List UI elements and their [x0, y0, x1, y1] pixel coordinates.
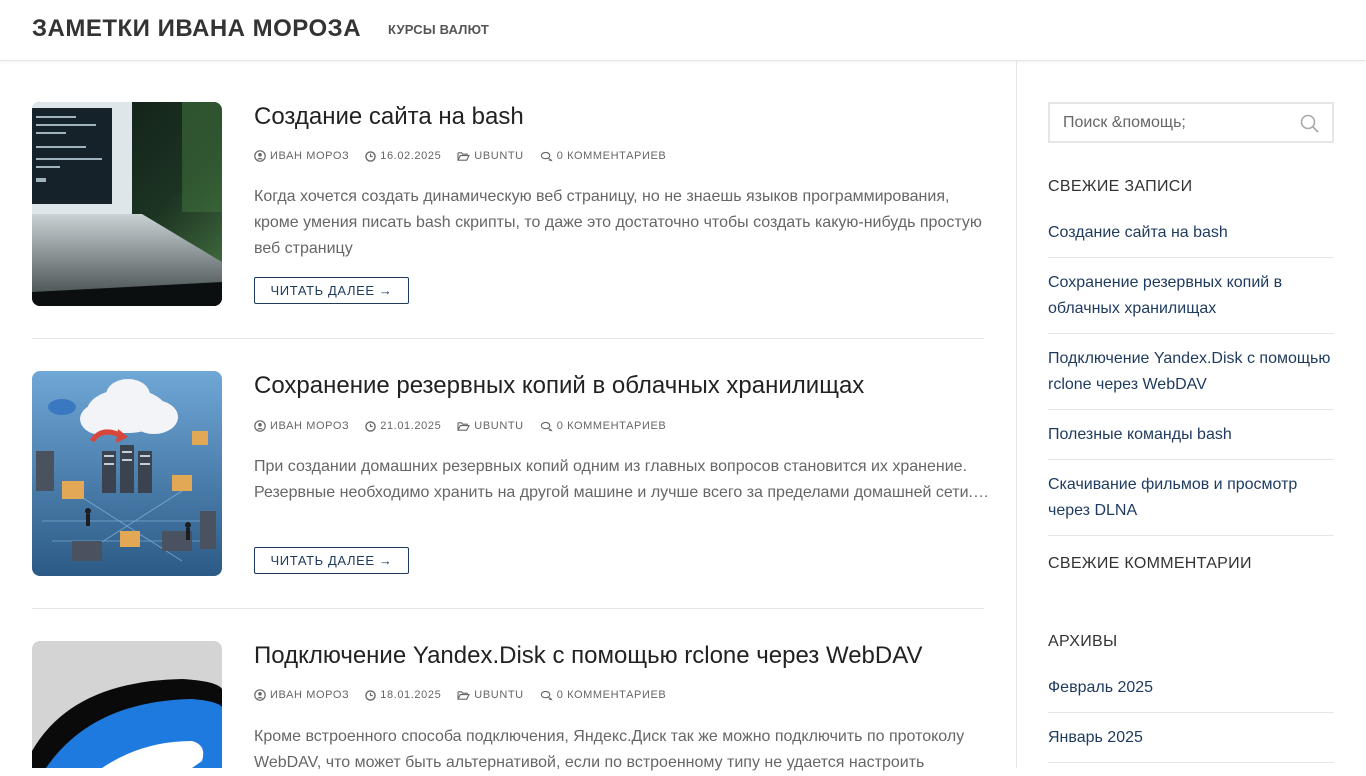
- clock-icon: [365, 420, 377, 432]
- list-item: Февраль 2025: [1048, 675, 1334, 713]
- post-date[interactable]: 21.01.2025: [365, 420, 441, 432]
- widget-title-archives: АРХИВЫ: [1048, 633, 1118, 650]
- post-divider: [32, 338, 984, 339]
- post-date[interactable]: 18.01.2025: [365, 689, 441, 701]
- post-category[interactable]: UBUNTU: [457, 150, 523, 162]
- post-category[interactable]: UBUNTU: [457, 420, 523, 432]
- list-item: Скачивание фильмов и просмотр через DLNA: [1048, 460, 1334, 536]
- user-icon: [254, 150, 266, 162]
- widget-title-recent-comments: СВЕЖИЕ КОММЕНТАРИИ: [1048, 555, 1252, 572]
- recent-post-link[interactable]: Подключение Yandex.Disk с помощью rclone…: [1048, 350, 1330, 393]
- recent-posts-list: Создание сайта на bash Сохранение резерв…: [1048, 220, 1334, 536]
- archive-link[interactable]: Февраль 2025: [1048, 679, 1153, 696]
- post-thumbnail[interactable]: [32, 641, 222, 768]
- post-author[interactable]: ИВАН МОРОЗ: [254, 150, 349, 162]
- post-category[interactable]: UBUNTU: [457, 689, 523, 701]
- post-author[interactable]: ИВАН МОРОЗ: [254, 420, 349, 432]
- site-title[interactable]: ЗАМЕТКИ ИВАНА МОРОЗА: [32, 15, 361, 43]
- cloud-backup-image: [32, 371, 222, 576]
- list-item: Подключение Yandex.Disk с помощью rclone…: [1048, 334, 1334, 410]
- search-button[interactable]: [1300, 114, 1320, 134]
- search-input[interactable]: [1061, 113, 1295, 133]
- list-item: Сохранение резервных копий в облачных хр…: [1048, 258, 1334, 334]
- post-author[interactable]: ИВАН МОРОЗ: [254, 689, 349, 701]
- content-sidebar-divider: [1016, 61, 1017, 768]
- post-thumbnail[interactable]: [32, 102, 222, 306]
- post-thumbnail[interactable]: [32, 371, 222, 576]
- post-title[interactable]: Создание сайта на bash: [254, 102, 524, 132]
- archives-list: Февраль 2025 Январь 2025: [1048, 675, 1334, 763]
- folder-open-icon: [457, 690, 471, 700]
- post-comments[interactable]: 0 КОММЕНТАРИЕВ: [540, 420, 667, 432]
- post-card: Создание сайта на bash ИВАН МОРОЗ 16.02.…: [32, 102, 984, 306]
- nav-link-currency-rates[interactable]: КУРСЫ ВАЛЮТ: [388, 22, 489, 37]
- user-icon: [254, 689, 266, 701]
- yandex-disk-logo-image: [32, 641, 222, 768]
- recent-post-link[interactable]: Создание сайта на bash: [1048, 224, 1228, 241]
- list-item: Создание сайта на bash: [1048, 220, 1334, 258]
- read-more-button[interactable]: ЧИТАТЬ ДАЛЕЕ →: [254, 547, 409, 574]
- post-comments[interactable]: 0 КОММЕНТАРИЕВ: [540, 150, 667, 162]
- recent-post-link[interactable]: Сохранение резервных копий в облачных хр…: [1048, 274, 1282, 317]
- search-icon: [1300, 114, 1319, 133]
- folder-open-icon: [457, 421, 471, 431]
- post-comments[interactable]: 0 КОММЕНТАРИЕВ: [540, 689, 667, 701]
- archive-link[interactable]: Январь 2025: [1048, 729, 1143, 746]
- post-meta: ИВАН МОРОЗ 18.01.2025 UBUNTU 0 КОММЕНТАР…: [254, 689, 682, 701]
- post-card: Сохранение резервных копий в облачных хр…: [32, 371, 989, 576]
- post-title[interactable]: Подключение Yandex.Disk с помощью rclone…: [254, 641, 922, 671]
- search-form: [1048, 102, 1334, 143]
- post-date[interactable]: 16.02.2025: [365, 150, 441, 162]
- comments-icon: [540, 151, 553, 162]
- post-excerpt: Когда хочется создать динамическую веб с…: [254, 188, 982, 257]
- post-excerpt: Кроме встроенного способа подключения, Я…: [254, 728, 965, 771]
- recent-post-link[interactable]: Скачивание фильмов и просмотр через DLNA: [1048, 476, 1297, 519]
- site-header: ЗАМЕТКИ ИВАНА МОРОЗА КУРСЫ ВАЛЮТ: [0, 0, 1366, 61]
- user-icon: [254, 420, 266, 432]
- list-item: Полезные команды bash: [1048, 410, 1334, 460]
- comments-icon: [540, 690, 553, 701]
- clock-icon: [365, 689, 377, 701]
- folder-open-icon: [457, 151, 471, 161]
- comments-icon: [540, 421, 553, 432]
- post-meta: ИВАН МОРОЗ 21.01.2025 UBUNTU 0 КОММЕНТАР…: [254, 420, 682, 432]
- post-excerpt: При создании домашних резервных копий од…: [254, 458, 989, 501]
- clock-icon: [365, 150, 377, 162]
- post-divider: [32, 608, 984, 609]
- post-title[interactable]: Сохранение резервных копий в облачных хр…: [254, 371, 864, 401]
- post-card: Подключение Yandex.Disk с помощью rclone…: [32, 641, 984, 771]
- laptop-terminal-image: [32, 102, 222, 306]
- post-meta: ИВАН МОРОЗ 16.02.2025 UBUNTU 0 КОММЕНТАР…: [254, 150, 682, 162]
- recent-post-link[interactable]: Полезные команды bash: [1048, 426, 1232, 443]
- widget-title-recent-posts: СВЕЖИЕ ЗАПИСИ: [1048, 178, 1193, 195]
- read-more-button[interactable]: ЧИТАТЬ ДАЛЕЕ →: [254, 277, 409, 304]
- list-item: Январь 2025: [1048, 713, 1334, 763]
